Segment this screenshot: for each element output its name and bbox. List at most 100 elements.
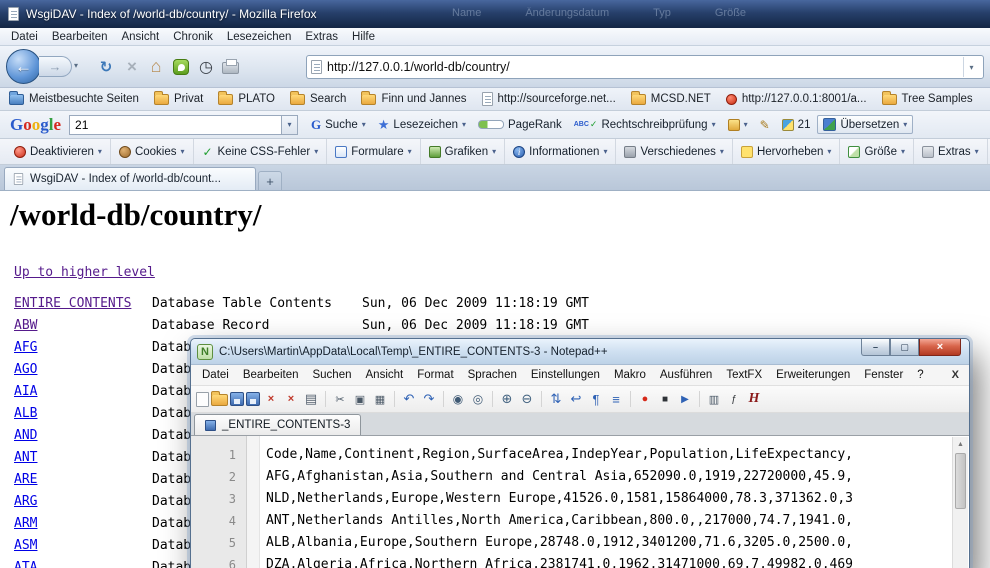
menu-item[interactable]: Suchen [305, 367, 358, 383]
url-dropdown-icon[interactable] [963, 57, 979, 77]
menu-item[interactable]: Makro [607, 367, 653, 383]
entry-link[interactable]: ENTIRE CONTENTS [14, 296, 152, 311]
translate-button[interactable]: Übersetzen ▾ [817, 115, 913, 134]
menu-item[interactable]: Ausführen [653, 367, 719, 383]
bookmark-item[interactable]: PLATO [218, 93, 275, 105]
bookmark-item[interactable]: Tree Samples [882, 93, 973, 105]
menu-item[interactable]: Bearbeiten [236, 367, 306, 383]
play-macro-icon[interactable]: ▶ [676, 391, 694, 408]
bookmark-item[interactable]: MCSD.NET [631, 93, 711, 105]
back-button[interactable] [6, 49, 41, 84]
timer-button[interactable] [196, 57, 216, 77]
stop-button[interactable] [122, 57, 142, 77]
cookies-menu[interactable]: Cookies ▾ [111, 139, 194, 164]
bookmark-item[interactable]: Meistbesuchte Seiten [9, 93, 139, 105]
firefox-titlebar[interactable]: WsgiDAV - Index of /world-db/country/ - … [0, 0, 990, 28]
close-document-icon[interactable]: X [948, 369, 963, 381]
menu-item[interactable]: Chronik [166, 29, 220, 45]
entry-link[interactable]: AFG [14, 340, 152, 355]
entry-link[interactable]: ALB [14, 406, 152, 421]
menu-item[interactable]: Einstellungen [524, 367, 607, 383]
menu-item[interactable]: Ansicht [359, 367, 411, 383]
sync-scrolling-icon[interactable]: ⇅ [547, 391, 565, 408]
spellcheck-button[interactable]: ABC Rechtschreibprüfung ▾ [569, 117, 721, 133]
menu-item[interactable]: Lesezeichen [220, 29, 299, 45]
paste-icon[interactable]: ▦ [371, 391, 389, 408]
feed-button[interactable] [173, 59, 189, 75]
new-file-icon[interactable] [196, 392, 209, 407]
bookmark-item[interactable]: http://sourceforge.net... [482, 92, 616, 106]
entry-link[interactable]: ASM [14, 538, 152, 553]
function-list-icon[interactable]: ƒ [725, 391, 743, 408]
stop-macro-icon[interactable]: ■ [656, 391, 674, 408]
save-all-icon[interactable] [246, 392, 260, 406]
entry-link[interactable]: ATA [14, 560, 152, 568]
document-tab[interactable]: _ENTIRE_CONTENTS-3 [194, 414, 361, 435]
resize-menu[interactable]: Größe ▾ [840, 139, 914, 164]
bookmark-item[interactable]: http://127.0.0.1:8001/a... [726, 93, 867, 105]
textfx-icon[interactable]: H [745, 391, 763, 408]
pagerank-indicator[interactable]: PageRank [473, 117, 567, 133]
text-area[interactable]: Code,Name,Continent,Region,SurfaceArea,I… [260, 436, 969, 568]
outline-menu[interactable]: Hervorheben ▾ [733, 139, 841, 164]
find-icon[interactable]: ◉ [449, 391, 467, 408]
autofill-button[interactable]: ▾ [723, 117, 753, 133]
menu-item[interactable]: Extras [298, 29, 345, 45]
cut-icon[interactable]: ✂ [331, 391, 349, 408]
menu-item[interactable]: Hilfe [345, 29, 382, 45]
print-icon[interactable]: ▤ [302, 391, 320, 408]
bookmark-item[interactable]: Finn und Jannes [361, 93, 466, 105]
home-button[interactable] [146, 56, 166, 76]
bookmark-item[interactable]: Privat [154, 93, 203, 105]
editor[interactable]: 123456 Code,Name,Continent,Region,Surfac… [191, 436, 969, 568]
history-dropdown-icon[interactable] [74, 61, 78, 70]
menu-item[interactable]: Bearbeiten [45, 29, 115, 45]
information-menu[interactable]: i Informationen ▾ [505, 139, 616, 164]
bookmark-item[interactable]: Search [290, 93, 346, 105]
zoom-out-icon[interactable]: ⊖ [518, 391, 536, 408]
menu-item[interactable]: TextFX [719, 367, 769, 383]
entry-link[interactable]: ARG [14, 494, 152, 509]
reload-button[interactable] [96, 57, 116, 77]
save-icon[interactable] [230, 392, 244, 406]
record-macro-icon[interactable]: ● [636, 391, 654, 408]
google-bookmarks-button[interactable]: ★ Lesezeichen ▾ [373, 115, 471, 135]
menu-item[interactable]: Fenster [857, 367, 910, 383]
entry-link[interactable]: AGO [14, 362, 152, 377]
new-tab-button[interactable]: + [258, 171, 282, 190]
menu-item[interactable]: Erweiterungen [769, 367, 857, 383]
entry-link[interactable]: ARM [14, 516, 152, 531]
indent-guide-icon[interactable]: ≡ [607, 391, 625, 408]
redo-icon[interactable]: ↷ [420, 391, 438, 408]
search-dropdown-icon[interactable] [281, 115, 298, 135]
replace-icon[interactable]: ◎ [469, 391, 487, 408]
forward-button[interactable] [39, 56, 72, 77]
entry-link[interactable]: ANT [14, 450, 152, 465]
tab-wsgidav[interactable]: WsgiDAV - Index of /world-db/count... [4, 167, 256, 190]
edit-button[interactable]: ✎ [755, 116, 775, 134]
menu-item[interactable]: Format [410, 367, 460, 383]
menu-item[interactable]: Datei [195, 367, 236, 383]
zoom-in-icon[interactable]: ⊕ [498, 391, 516, 408]
up-to-higher-level-link[interactable]: Up to higher level [14, 265, 155, 280]
maximize-button[interactable] [890, 339, 919, 356]
menu-item[interactable]: ? [910, 367, 930, 383]
entry-link[interactable]: ARE [14, 472, 152, 487]
copy-icon[interactable]: ▣ [351, 391, 369, 408]
highlight-term-button[interactable]: 21 [777, 117, 816, 133]
notepadpp-titlebar[interactable]: C:\Users\Martin\AppData\Local\Temp\_ENTI… [191, 339, 969, 365]
minimize-button[interactable] [861, 339, 890, 356]
forms-menu[interactable]: Formulare ▾ [327, 139, 420, 164]
scroll-up-icon[interactable] [953, 437, 968, 451]
entry-link[interactable]: AND [14, 428, 152, 443]
show-all-characters-icon[interactable]: ¶ [587, 391, 605, 408]
google-search-button[interactable]: G Suche ▾ [306, 115, 371, 135]
miscellaneous-menu[interactable]: Verschiedenes ▾ [616, 139, 732, 164]
scroll-thumb[interactable] [955, 453, 966, 509]
close-button[interactable] [919, 339, 961, 356]
entry-link[interactable]: ABW [14, 318, 152, 333]
document-map-icon[interactable]: ▥ [705, 391, 723, 408]
css-menu[interactable]: ✓ Keine CSS-Fehler ▾ [194, 139, 328, 164]
images-menu[interactable]: Grafiken ▾ [421, 139, 505, 164]
menu-item[interactable]: Datei [4, 29, 45, 45]
